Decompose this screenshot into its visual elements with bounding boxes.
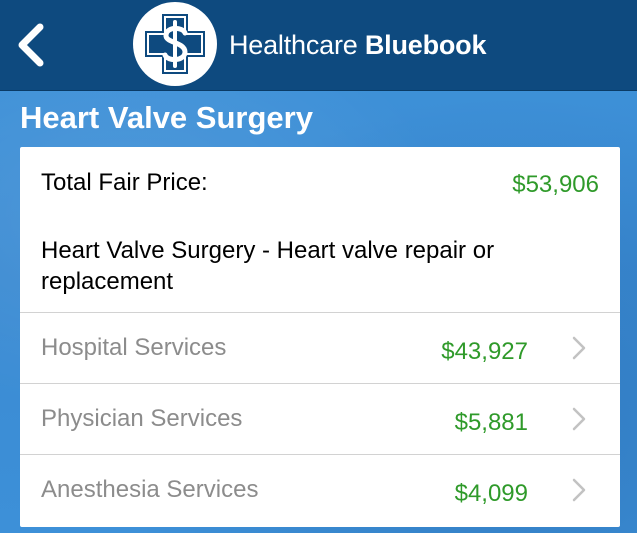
- list-item-price: $43,927: [441, 338, 528, 365]
- list-item-label: Physician Services: [41, 405, 243, 432]
- dollar-cross-icon: [145, 14, 205, 74]
- brand-name: Healthcare Bluebook: [229, 25, 486, 65]
- total-fair-price-label: Total Fair Price:: [41, 169, 208, 196]
- app-header: Healthcare Bluebook: [0, 0, 637, 91]
- total-fair-price-value: $53,906: [512, 171, 599, 198]
- chevron-right-icon: [572, 478, 586, 502]
- page-title: Heart Valve Surgery: [20, 100, 313, 135]
- list-item-anesthesia-services[interactable]: Anesthesia Services $4,099: [20, 454, 620, 526]
- list-item-label: Anesthesia Services: [41, 476, 259, 503]
- price-card: Total Fair Price: $53,906 Heart Valve Su…: [20, 147, 620, 527]
- chevron-left-icon: [18, 23, 44, 67]
- list-item-hospital-services[interactable]: Hospital Services $43,927: [20, 312, 620, 384]
- list-item-physician-services[interactable]: Physician Services $5,881: [20, 383, 620, 455]
- list-item-price: $5,881: [454, 409, 528, 436]
- brand-name-bold: Bluebook: [364, 30, 487, 60]
- chevron-right-icon: [572, 336, 586, 360]
- chevron-right-icon: [572, 407, 586, 431]
- brand-name-light: Healthcare: [229, 30, 365, 60]
- list-item-label: Hospital Services: [41, 334, 227, 361]
- procedure-description: Heart Valve Surgery - Heart valve repair…: [41, 237, 495, 295]
- list-item-price: $4,099: [454, 480, 528, 507]
- back-button[interactable]: [12, 22, 52, 68]
- app-logo: [133, 2, 217, 86]
